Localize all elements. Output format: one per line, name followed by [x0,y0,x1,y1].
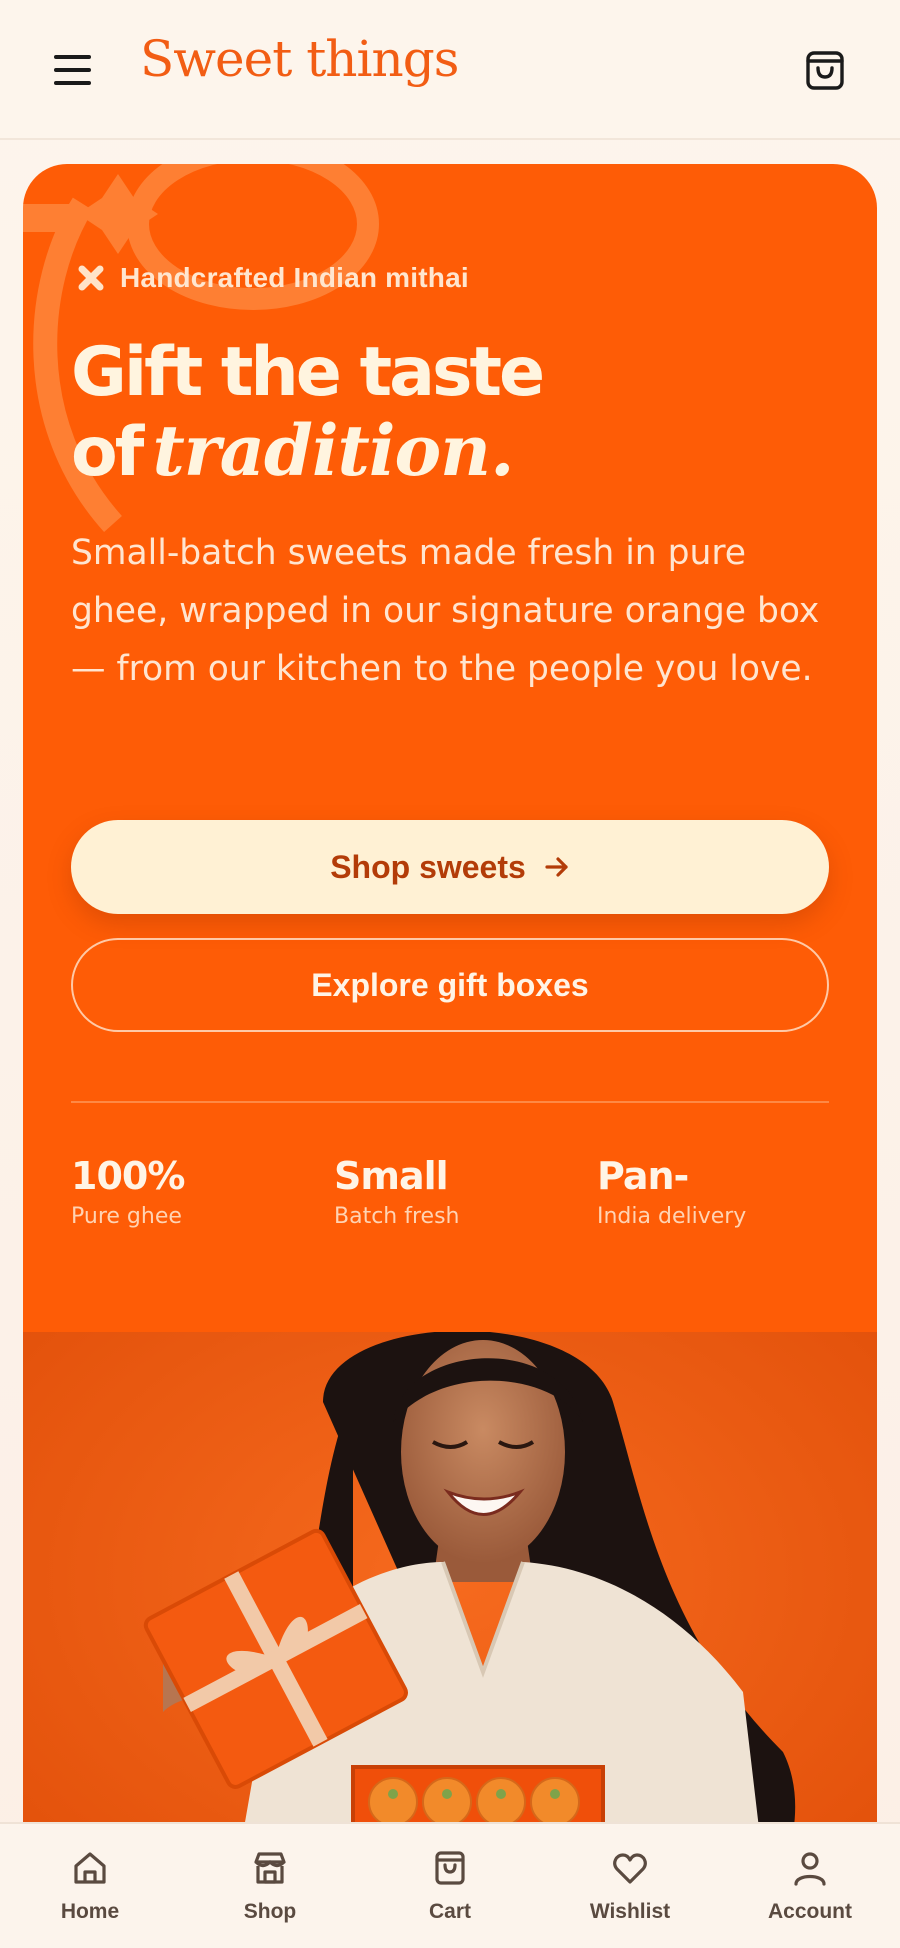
headline-emphasis: tradition. [152,409,514,492]
nav-label: Home [60,1900,120,1923]
shopping-bag-icon [435,1851,465,1885]
nav-account[interactable]: Account [720,1824,900,1948]
nav-label: Account [768,1900,852,1923]
explore-gift-boxes-button[interactable]: Explore gift boxes [71,938,829,1032]
hero-card: Handcrafted Indian mithai Gift the taste… [23,164,877,1948]
user-icon [794,1852,826,1886]
explore-gift-boxes-label: Explore gift boxes [311,966,589,1003]
top-bar: Sweet things [0,0,900,140]
page: Sweet things Handcrafted Indian mithai G… [0,0,900,1948]
headline-of: of [71,413,144,492]
menu-button[interactable] [54,50,94,90]
stat-pure-ghee: 100% Pure ghee [71,1154,185,1229]
eyebrow-text: Handcrafted Indian mithai [120,262,469,293]
brand-logo[interactable]: Sweet things [140,30,459,88]
store-icon [254,1852,286,1884]
stat-label: Batch fresh [334,1204,460,1229]
shop-sweets-label: Shop sweets [330,848,526,885]
arrow-right-icon [545,857,568,877]
shop-sweets-button[interactable]: Shop sweets [71,820,829,914]
stat-delivery: Pan- India delivery [597,1154,746,1229]
shopping-bag-icon [806,51,844,90]
nav-wishlist[interactable]: Wishlist [540,1824,720,1948]
eyebrow: Handcrafted Indian mithai [78,262,469,294]
nav-label: Cart [428,1900,471,1923]
stat-batch-fresh: Small Batch fresh [334,1154,459,1229]
nav-cart[interactable]: Cart [360,1824,540,1948]
stat-value: Small [334,1154,449,1198]
cart-button[interactable] [804,48,846,92]
sparkle-icon [78,265,104,291]
stat-label: India delivery [597,1204,747,1229]
bottom-navigation: Home Shop Cart Wishlist Account [0,1822,900,1948]
nav-shop[interactable]: Shop [180,1824,360,1948]
stat-label: Pure ghee [71,1204,182,1229]
heart-icon [613,1853,647,1884]
hero-description: Small-batch sweets made fresh in pure gh… [71,533,820,689]
hero-headline: Gift the taste of tradition. [71,333,545,503]
stat-value: Pan- [597,1154,689,1198]
divider [71,1101,829,1103]
headline-line2: of tradition. [71,412,542,503]
nav-label: Shop [243,1900,297,1923]
hamburger-icon [54,55,91,59]
stat-value: 100% [71,1154,185,1198]
nav-home[interactable]: Home [0,1824,180,1948]
nav-label: Wishlist [589,1900,671,1923]
home-icon [74,1852,106,1884]
headline-line1: Gift the taste [71,333,545,412]
